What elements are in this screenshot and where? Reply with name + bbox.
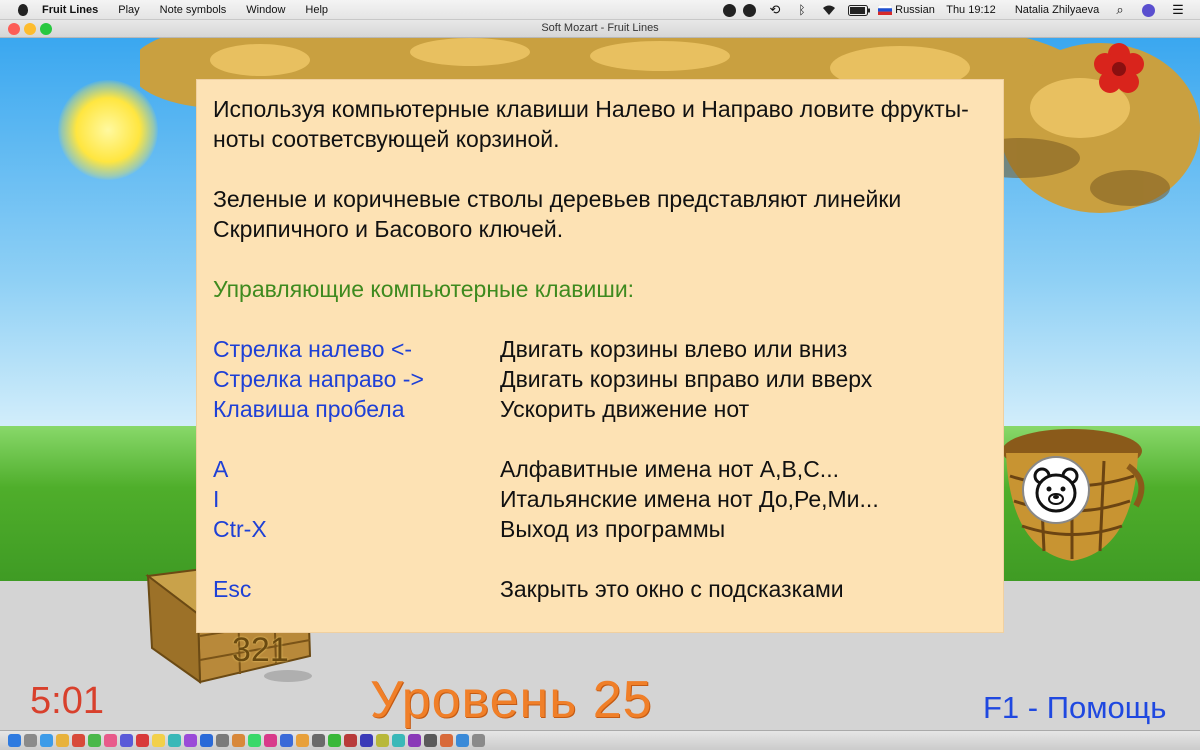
control-key: Стрелка налево <-	[213, 336, 413, 362]
input-source-label[interactable]: Russian	[894, 0, 936, 20]
photos-icon[interactable]	[104, 734, 117, 747]
app-icon[interactable]	[248, 734, 261, 747]
control-row: Клавиша пробела Ускорить движение нот	[213, 394, 1003, 424]
app-icon[interactable]	[264, 734, 277, 747]
control-row: Стрелка налево <- Двигать корзины влево …	[213, 334, 1003, 364]
app-icon[interactable]	[456, 734, 469, 747]
control-row: Ctr-X Выход из программы	[213, 514, 1003, 544]
dialog-intro-1: Используя компьютерные клавиши Налево и …	[213, 96, 969, 152]
level-label: Уровень 25	[370, 671, 653, 729]
notification-center-icon[interactable]: ☰	[1168, 0, 1188, 20]
menubar-clock[interactable]: Thu 19:12	[943, 0, 999, 20]
spotlight-search-icon[interactable]: ⌕	[1112, 0, 1128, 20]
siri-icon[interactable]	[1140, 0, 1156, 20]
control-desc: Итальянские имена нот До,Ре,Ми...	[500, 486, 879, 512]
control-key: Стрелка направо ->	[213, 366, 424, 392]
control-row: A Алфавитные имена нот A,B,C...	[213, 454, 1003, 484]
maps-icon[interactable]	[168, 734, 181, 747]
menu-app-name[interactable]: Fruit Lines	[32, 0, 108, 20]
bluetooth-icon[interactable]: ᛒ	[795, 0, 809, 20]
control-key: I	[213, 486, 220, 512]
control-row: I Итальянские имена нот До,Ре,Ми...	[213, 484, 1003, 514]
menu-window[interactable]: Window	[236, 0, 295, 20]
app-icon[interactable]	[376, 734, 389, 747]
settings-icon[interactable]	[216, 734, 229, 747]
fruit-lines-app-icon[interactable]	[296, 734, 309, 747]
checkmark-status-icon[interactable]	[741, 0, 757, 20]
control-desc: Ускорить движение нот	[500, 396, 750, 422]
messages-icon[interactable]	[88, 734, 101, 747]
app-icon[interactable]	[408, 734, 421, 747]
chest-score: 321	[232, 631, 289, 669]
bear-basket-icon	[1022, 456, 1090, 524]
app-icon[interactable]	[312, 734, 325, 747]
finder-icon[interactable]	[8, 734, 21, 747]
app-icon[interactable]	[328, 734, 341, 747]
app-icon[interactable]	[120, 734, 133, 747]
control-desc: Двигать корзины вправо или вверх	[500, 366, 873, 392]
music-icon[interactable]	[184, 734, 197, 747]
control-desc: Закрыть это окно с подсказками	[500, 576, 844, 602]
time-machine-icon[interactable]: ⟲	[766, 0, 784, 20]
chrome-icon[interactable]	[56, 734, 69, 747]
control-key: Ctr-X	[213, 516, 267, 542]
app-icon[interactable]	[424, 734, 437, 747]
control-key: Клавиша пробела	[213, 396, 405, 422]
app-icon[interactable]	[344, 734, 357, 747]
help-dialog[interactable]: Используя компьютерные клавиши Налево и …	[197, 80, 1003, 632]
control-key: A	[213, 456, 229, 482]
menu-note-symbols[interactable]: Note symbols	[150, 0, 237, 20]
app-store-icon[interactable]	[200, 734, 213, 747]
flag-icon[interactable]	[877, 0, 893, 20]
app-icon[interactable]	[232, 734, 245, 747]
menu-bar: Fruit Lines Play Note symbols Window Hel…	[0, 0, 1200, 20]
window-title: Soft Mozart - Fruit Lines	[541, 22, 659, 34]
help-hint[interactable]: F1 - Помощь	[983, 690, 1166, 726]
control-key: Esc	[213, 576, 252, 602]
control-desc: Двигать корзины влево или вниз	[500, 336, 848, 362]
app-icon[interactable]	[280, 734, 293, 747]
launchpad-icon[interactable]	[24, 734, 37, 747]
record-status-icon[interactable]	[721, 0, 737, 20]
dialog-intro-2: Зеленые и коричневые стволы деревьев пре…	[213, 186, 902, 242]
controls-heading: Управляющие компьютерные клавиши:	[213, 276, 635, 302]
game-timer: 5:01	[30, 680, 104, 722]
trash-icon[interactable]	[472, 734, 485, 747]
app-icon[interactable]	[360, 734, 373, 747]
control-desc: Выход из программы	[500, 516, 726, 542]
dock	[0, 730, 1200, 750]
window-title-bar: Soft Mozart - Fruit Lines	[0, 20, 1200, 38]
mail-icon[interactable]	[72, 734, 85, 747]
menu-play[interactable]: Play	[108, 0, 149, 20]
wifi-icon[interactable]	[818, 0, 840, 20]
control-row: Esc Закрыть это окно с подсказками	[213, 574, 1003, 604]
apple-icon[interactable]	[14, 0, 32, 20]
calendar-icon[interactable]	[136, 734, 149, 747]
safari-icon[interactable]	[40, 734, 53, 747]
red-flower-image	[1094, 43, 1144, 93]
app-icon[interactable]	[392, 734, 405, 747]
battery-icon[interactable]	[847, 0, 871, 20]
control-desc: Алфавитные имена нот A,B,C...	[500, 456, 839, 482]
app-icon[interactable]	[440, 734, 453, 747]
notes-icon[interactable]	[152, 734, 165, 747]
menubar-user[interactable]: Natalia Zhilyaeva	[1008, 0, 1106, 20]
control-row: Стрелка направо -> Двигать корзины вправ…	[213, 364, 1003, 394]
menu-help[interactable]: Help	[295, 0, 338, 20]
